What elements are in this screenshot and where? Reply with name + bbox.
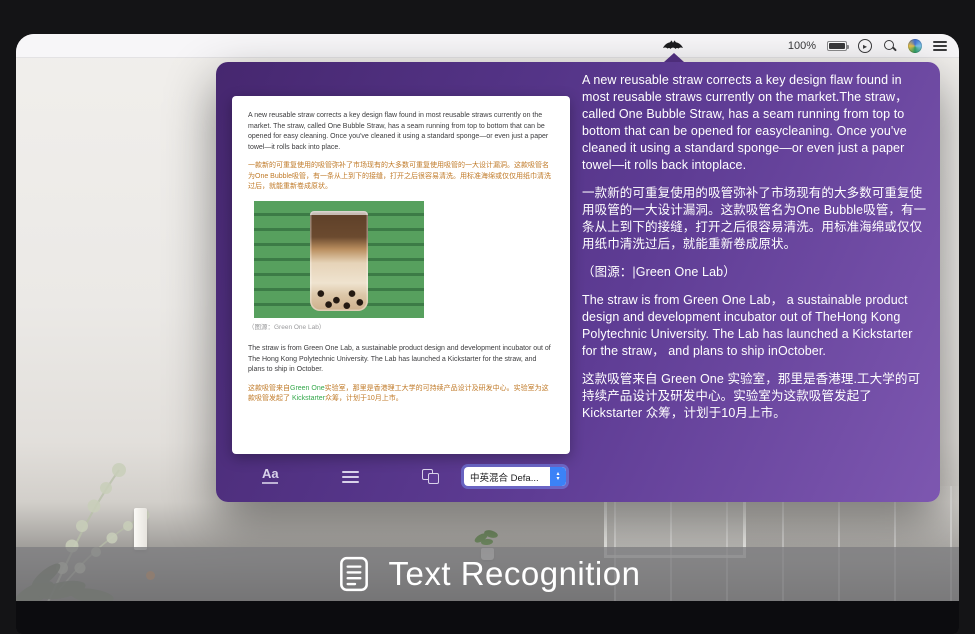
text-recognition-icon [335, 555, 373, 593]
kickstarter-highlight: Kickstarter [292, 395, 325, 402]
doc-paragraph-en-2: The straw is from Green One Lab, a susta… [248, 344, 554, 376]
menu-list-icon[interactable] [933, 40, 947, 52]
desktop-screen: 100% ▸ A new reusable straw corrects a k… [16, 34, 959, 634]
menu-bar-status-items: 100% ▸ [788, 34, 947, 58]
result-paragraph-cn-1: 一款新的可重复使用的吸管弥补了市场现有的大多数可重复使用吸管的一大设计漏洞。这款… [582, 185, 928, 253]
hud-banner: Text Recognition [16, 547, 959, 601]
result-paragraph-en-2: The straw is from Green One Lab， a susta… [582, 292, 928, 360]
doc-image-caption: （图源：Green One Lab） [248, 323, 554, 334]
circular-arrow-icon[interactable]: ▸ [858, 39, 872, 53]
bat-app-icon[interactable] [663, 39, 683, 53]
candle-decor [134, 508, 147, 550]
hud-title: Text Recognition [389, 555, 641, 593]
result-paragraph-en-1: A new reusable straw corrects a key desi… [582, 72, 928, 174]
brand-highlight: Green One [290, 385, 325, 392]
result-paragraph-cn-2: 这款吸管来自 Green One 实验室，那里是香港理.工大学的可持续产品设计及… [582, 371, 928, 422]
recognized-text-panel: A new reusable straw corrects a key desi… [582, 72, 928, 468]
menu-bar: 100% ▸ [16, 34, 959, 58]
language-mode-value: 中英混合 Defa... [464, 470, 550, 484]
bubble-tea-photo [254, 201, 424, 318]
screen-bottom-area [16, 601, 959, 634]
ocr-popover: A new reusable straw corrects a key desi… [216, 62, 940, 502]
result-caption-line: （图源：|Green One Lab） [582, 264, 928, 281]
doc-paragraph-cn-2: 这款吸管来自Green One实验室，那里是香港理工大学的可持续产品设计及研发中… [248, 384, 554, 405]
select-chevrons-icon: ▴▾ [550, 467, 566, 486]
bubble-tea-glass [310, 211, 368, 311]
doc-paragraph-cn-1: 一款新的可重复使用的吸管弥补了市场现有的大多数可重复使用吸管的一大设计漏洞。这款… [248, 161, 554, 193]
text-appearance-button[interactable]: Aa [262, 466, 279, 484]
text-appearance-icon: Aa [262, 466, 279, 481]
doc-paragraph-en-1: A new reusable straw corrects a key desi… [248, 111, 554, 153]
search-icon[interactable] [883, 39, 897, 53]
source-document-preview: A new reusable straw corrects a key desi… [232, 96, 570, 454]
battery-icon[interactable] [827, 41, 847, 51]
globe-icon[interactable] [908, 39, 922, 53]
list-view-button[interactable] [342, 471, 359, 483]
popover-arrow [664, 53, 684, 62]
popover-toolbar: Aa 中英混合 Defa... ▴▾ [216, 464, 940, 494]
copy-mode-button[interactable] [422, 469, 440, 485]
battery-percentage: 100% [788, 40, 816, 52]
language-mode-select[interactable]: 中英混合 Defa... ▴▾ [464, 467, 566, 486]
